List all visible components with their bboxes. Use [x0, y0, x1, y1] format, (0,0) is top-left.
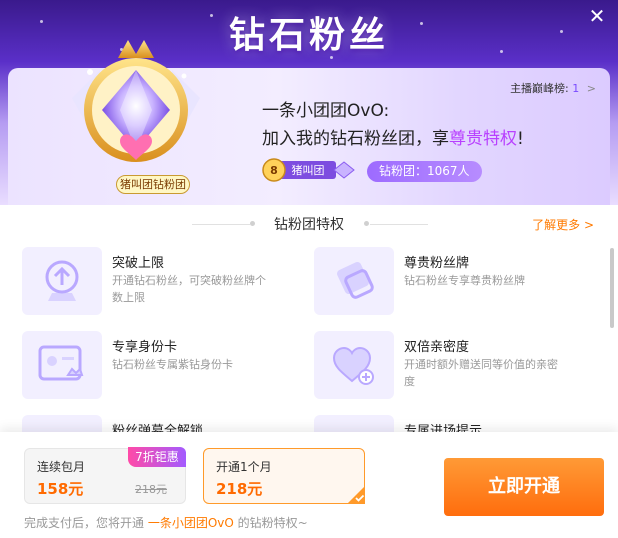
- fan-level-name: 猪叫团: [292, 164, 325, 177]
- invite-suffix: !: [517, 129, 524, 149]
- plan-price: 158元: [37, 480, 84, 498]
- learn-more-link[interactable]: 了解更多 >: [532, 216, 594, 233]
- privilege-name: 尊贵粉丝牌: [404, 256, 470, 271]
- plan-price: 218元: [216, 480, 263, 498]
- plan-original-price: 218元: [135, 483, 167, 496]
- plan-name: 开通1个月: [216, 460, 272, 474]
- close-icon[interactable]: ✕: [586, 5, 608, 27]
- plan-name: 连续包月: [37, 460, 86, 474]
- privileges-title: 钻粉团特权: [274, 217, 344, 233]
- fan-level-number: 8: [270, 164, 278, 177]
- plan-one-month[interactable]: 开通1个月 218元: [203, 448, 365, 504]
- plan-monthly-auto[interactable]: 连续包月 158元 218元 7折钜惠: [24, 447, 186, 504]
- privilege-desc: 度: [404, 375, 415, 388]
- rank-label: 主播巅峰榜:: [510, 82, 569, 95]
- buy-now-button[interactable]: 立即开通: [444, 458, 604, 516]
- breakthrough-icon: [22, 247, 102, 315]
- privilege-name: 双倍亲密度: [404, 340, 470, 355]
- note-suffix: 的钻粉特权~: [233, 516, 308, 530]
- note-streamer: 一条小团团OvO: [147, 516, 234, 530]
- rank-link[interactable]: 主播巅峰榜: 1 >: [510, 80, 596, 96]
- privilege-desc: 开通时额外赠送同等价值的亲密: [404, 358, 558, 371]
- fan-badge-icon: [314, 247, 394, 315]
- privilege-desc: 钻石粉丝专属紫钻身份卡: [112, 358, 233, 371]
- invite-prefix: 加入我的钻石粉丝团，享: [262, 129, 449, 149]
- note-prefix: 完成支付后，您将开通: [24, 516, 148, 530]
- privilege-name: 专享身份卡: [112, 340, 178, 355]
- privilege-name: 突破上限: [112, 256, 165, 271]
- badge-name: 猪叫团钻粉团: [116, 175, 190, 194]
- fans-count-badge: 钻粉团：1067人: [367, 161, 482, 182]
- streamer-name: 一条小团团OvO:: [262, 101, 390, 121]
- privilege-desc: 开通钻石粉丝，可突破粉丝牌个: [112, 274, 266, 287]
- scrollbar[interactable]: [610, 248, 614, 328]
- privilege-desc: 数上限: [112, 291, 145, 304]
- divider: [370, 224, 428, 225]
- discount-badge: 7折钜惠: [128, 447, 186, 467]
- selected-check-icon: [347, 486, 365, 504]
- id-card-icon: [22, 331, 102, 399]
- fan-level-tag: 8 猪叫团: [262, 158, 355, 182]
- diamond-badge-icon: [72, 40, 200, 162]
- rank-value: 1: [572, 82, 580, 95]
- intimacy-heart-icon: [314, 331, 394, 399]
- chevron-right-icon: >: [586, 82, 596, 95]
- invite-text: 加入我的钻石粉丝团，享尊贵特权!: [262, 124, 524, 149]
- purchase-bar: 连续包月 158元 218元 7折钜惠 开通1个月 218元 立即开通 完成支付…: [0, 432, 618, 538]
- payment-note: 完成支付后，您将开通 一条小团团OvO 的钻粉特权~: [24, 514, 308, 531]
- invite-highlight: 尊贵特权: [449, 129, 517, 149]
- privilege-desc: 钻石粉丝专享尊贵粉丝牌: [404, 274, 525, 287]
- divider-dot: [364, 221, 369, 226]
